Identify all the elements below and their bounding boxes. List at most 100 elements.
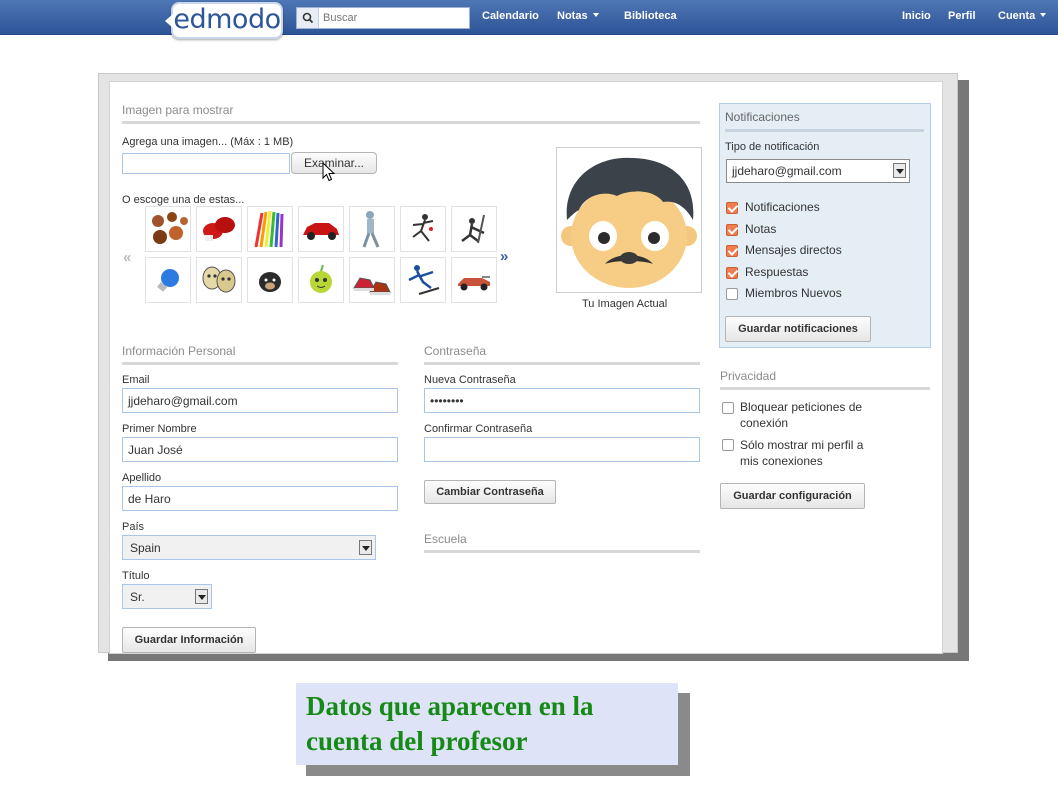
save-info-button[interactable]: Guardar Información (122, 627, 256, 653)
change-password-button[interactable]: Cambiar Contraseña (424, 480, 556, 504)
first-name-field[interactable]: Juan José (122, 437, 398, 462)
red-car-icon[interactable] (298, 206, 344, 252)
section-divider (720, 387, 930, 390)
privacy-option-2-line2: mis conexiones (740, 454, 823, 468)
checkbox-miembros-nuevos[interactable] (726, 288, 738, 300)
title-label: Título (122, 570, 150, 582)
theater-masks-icon[interactable] (196, 257, 242, 303)
dog-icon[interactable] (247, 257, 293, 303)
hockey-player-icon[interactable] (451, 206, 497, 252)
caption-box: Datos que aparecen en la cuenta del prof… (296, 683, 678, 765)
country-select[interactable]: Spain (122, 535, 376, 560)
save-privacy-button[interactable]: Guardar configuración (720, 483, 865, 509)
save-notifications-button[interactable]: Guardar notificaciones (725, 316, 871, 342)
nav-link-perfil[interactable]: Perfil (948, 10, 976, 22)
personal-info-title: Información Personal (122, 344, 236, 358)
section-divider (424, 362, 700, 365)
balls-icon[interactable] (145, 206, 191, 252)
notification-type-label: Tipo de notificación (725, 141, 820, 153)
privacy-option-2: Sólo mostrar mi perfil a mis conexiones (740, 437, 863, 469)
checkbox-notificaciones[interactable] (726, 202, 738, 214)
nav-link-notas[interactable]: Notas (557, 10, 599, 22)
notification-type-value: jjdeharo@gmail.com (732, 164, 842, 178)
prev-arrow-icon[interactable]: « (123, 249, 131, 266)
next-arrow-icon[interactable]: » (500, 248, 508, 265)
add-image-label: Agrega una imagen... (Máx : 1 MB) (122, 136, 294, 148)
top-nav-bar: edmodo Calendario Notas Biblioteca Inici… (0, 0, 1058, 39)
notifications-panel: Notificaciones Tipo de notificación jjde… (719, 103, 931, 348)
nav-link-cuenta[interactable]: Cuenta (998, 10, 1047, 22)
option-label: Miembros Nuevos (745, 286, 842, 300)
option-label: Respuestas (745, 265, 809, 279)
privacy-option-2-line1: Sólo mostrar mi perfil a (740, 438, 864, 452)
dropdown-arrow-icon[interactable] (893, 163, 906, 178)
chevron-down-icon (1040, 13, 1047, 17)
chevron-down-icon (592, 13, 599, 17)
choose-image-label: O escoge una de estas... (122, 194, 245, 206)
dropdown-arrow-icon[interactable] (195, 589, 208, 604)
lightbulb-icon[interactable] (145, 257, 191, 303)
email-label: Email (122, 374, 150, 386)
title-select[interactable]: Sr. (122, 584, 212, 609)
checkbox-respuestas[interactable] (726, 267, 738, 279)
last-name-field[interactable]: de Haro (122, 486, 398, 511)
privacy-option-1-line2: conexión (740, 416, 789, 430)
dropdown-arrow-icon[interactable] (359, 540, 372, 555)
nav-link-notas-label: Notas (557, 10, 588, 22)
current-avatar (556, 147, 702, 293)
checkbox-mensajes-directos[interactable] (726, 245, 738, 257)
privacy-title: Privacidad (720, 369, 777, 383)
section-divider (122, 121, 700, 124)
settings-frame: Imagen para mostrar Agrega una imagen...… (98, 73, 958, 654)
image-file-field[interactable] (122, 153, 290, 174)
current-image-label: Tu Imagen Actual (582, 298, 668, 310)
privacy-option-1-line1: Bloquear peticiones de (740, 400, 863, 414)
pencils-icon[interactable] (247, 206, 293, 252)
caption-line-2: cuenta del profesor (306, 726, 528, 756)
nav-link-calendario[interactable]: Calendario (482, 10, 539, 22)
nav-link-biblioteca[interactable]: Biblioteca (624, 10, 677, 22)
caption-line-1: Datos que aparecen en la (306, 691, 594, 721)
robot-figure-icon[interactable] (349, 206, 395, 252)
country-value: Spain (130, 541, 161, 555)
section-divider (122, 362, 398, 365)
option-label: Notas (745, 222, 777, 236)
title-value: Sr. (130, 590, 145, 604)
settings-panel: Imagen para mostrar Agrega una imagen...… (109, 81, 943, 654)
skier-icon[interactable] (400, 257, 446, 303)
new-password-label: Nueva Contraseña (424, 374, 516, 386)
notification-type-select[interactable]: jjdeharo@gmail.com (726, 159, 910, 183)
first-name-label: Primer Nombre (122, 423, 197, 435)
search-icon[interactable] (297, 8, 319, 28)
checkbox-notas[interactable] (726, 224, 738, 236)
confirm-password-field[interactable] (424, 437, 700, 462)
new-password-field[interactable]: •••••••• (424, 388, 700, 413)
apple-face-icon[interactable] (298, 257, 344, 303)
option-label: Notificaciones (745, 200, 820, 214)
mouse-cursor-icon (322, 162, 336, 182)
nav-link-cuenta-label: Cuenta (998, 10, 1036, 22)
dancer-icon[interactable] (400, 206, 446, 252)
checkbox-only-connections[interactable] (722, 439, 734, 451)
avatar-face-icon (561, 157, 697, 288)
country-label: País (122, 521, 145, 533)
password-title: Contraseña (424, 344, 487, 358)
notifications-title: Notificaciones (725, 110, 800, 124)
race-car-icon[interactable] (451, 257, 497, 303)
caption-text: Datos que aparecen en la cuenta del prof… (306, 689, 676, 759)
search-box[interactable] (296, 7, 470, 29)
section-divider (725, 129, 924, 132)
sneakers-icon[interactable] (349, 257, 395, 303)
image-section-title: Imagen para mostrar (122, 103, 234, 117)
email-field[interactable]: jjdeharo@gmail.com (122, 388, 398, 413)
section-divider (424, 550, 700, 553)
boxing-gloves-icon[interactable] (196, 206, 242, 252)
search-input[interactable] (323, 10, 463, 26)
option-label: Mensajes directos (745, 243, 842, 257)
edmodo-logo[interactable]: edmodo (165, 2, 283, 39)
last-name-label: Apellido (122, 472, 162, 484)
privacy-option-1: Bloquear peticiones de conexión (740, 399, 862, 431)
nav-link-inicio[interactable]: Inicio (902, 10, 931, 22)
checkbox-block-requests[interactable] (722, 402, 734, 414)
confirm-password-label: Confirmar Contraseña (424, 423, 533, 435)
